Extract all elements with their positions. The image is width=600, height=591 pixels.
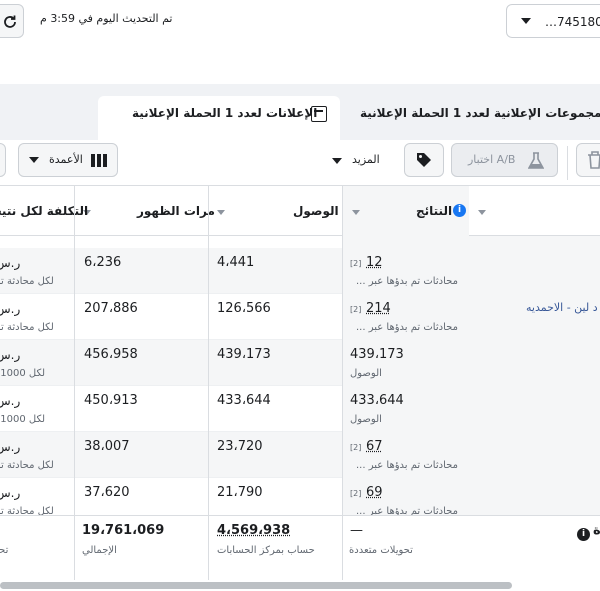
- sort-caret-icon[interactable]: [352, 210, 360, 215]
- impressions-value: 37،620: [84, 485, 130, 500]
- columns-button[interactable]: الأعمدة: [18, 143, 118, 177]
- chevron-down-icon: [521, 18, 531, 24]
- reach-value: 21،790: [217, 485, 263, 500]
- cost-type: لكل محادثة تم بدؤها: [0, 460, 54, 471]
- results-value[interactable]: 67: [366, 439, 383, 454]
- column-divider: [74, 186, 75, 580]
- column-divider: [342, 186, 343, 580]
- trash-icon: [588, 151, 600, 169]
- tab-ad-sets[interactable]: المجموعات الإعلانية لعدد 1 الحملة الإعلا…: [348, 96, 600, 140]
- tab-ads[interactable]: الإعلانات لعدد 1 الحملة الإعلانية: [98, 96, 340, 140]
- columns-icon: [91, 154, 107, 167]
- attribution-badge: [2]: [350, 259, 362, 268]
- reach-value: 126،566: [217, 301, 271, 316]
- breakdown-button[interactable]: [0, 143, 6, 177]
- cost-value: ر.س: [0, 348, 21, 362]
- results-value: 433،644: [350, 393, 404, 408]
- impressions-value: 450،913: [84, 393, 138, 408]
- results-type: الوصول: [350, 414, 382, 425]
- results-value[interactable]: 12: [366, 255, 383, 270]
- cost-value: ر.س: [0, 440, 21, 454]
- column-divider: [208, 186, 209, 580]
- flask-icon: [528, 152, 544, 169]
- tab-ads-label: الإعلانات لعدد 1 الحملة الإعلانية: [132, 106, 318, 120]
- more-label: المزيد: [352, 153, 380, 166]
- cost-value: ر.س: [0, 394, 21, 408]
- ad-account-name: …745180: [545, 15, 600, 29]
- reach-value: 23،720: [217, 439, 263, 454]
- results-value: 439،173: [350, 347, 404, 362]
- totals-name-label: ة: [593, 523, 600, 538]
- more-dropdown[interactable]: المزيد: [330, 152, 390, 174]
- reach-value: 433،644: [217, 393, 271, 408]
- total-cost-label: تحو: [0, 545, 9, 556]
- impressions-value: 456،958: [84, 347, 138, 362]
- impressions-value: 38،007: [84, 439, 130, 454]
- total-impressions-value: 19،761،069: [82, 523, 165, 538]
- total-results-value: —: [350, 523, 363, 538]
- toolbar-divider: [567, 146, 568, 180]
- total-results-label: تحويلات متعددة: [349, 545, 413, 556]
- results-type: الوصول: [350, 368, 382, 379]
- results-type: محادثات تم بدؤها عبر ...: [356, 460, 458, 471]
- columns-label: الأعمدة: [49, 153, 83, 166]
- cost-type: لكل محادثة تم بدؤها: [0, 322, 54, 333]
- impressions-value: 207،886: [84, 301, 138, 316]
- ad-account-selector[interactable]: …745180: [506, 4, 600, 38]
- total-impressions-label: الإجمالي: [82, 545, 117, 556]
- ab-test-label: اختبار A/B: [468, 153, 516, 166]
- attribution-badge: [2]: [350, 305, 362, 314]
- ad-name-link[interactable]: د لين - الاحمديه: [526, 301, 598, 314]
- sort-caret-icon[interactable]: [478, 210, 486, 215]
- total-reach-label: حساب بمركز الحسابات: [217, 545, 315, 556]
- results-value[interactable]: 214: [366, 301, 391, 316]
- tag-button[interactable]: [404, 143, 444, 177]
- cost-type: لكل 1000 شخص: [0, 414, 46, 425]
- cost-value: ر.س: [0, 302, 21, 316]
- total-reach-value[interactable]: 4،569،938: [217, 523, 290, 538]
- attribution-badge: [2]: [350, 443, 362, 452]
- info-icon[interactable]: i: [453, 204, 466, 217]
- sort-caret-icon[interactable]: [217, 210, 225, 215]
- refresh-button[interactable]: [0, 4, 24, 38]
- cost-value: ر.س: [0, 256, 21, 270]
- attribution-badge: [2]: [350, 489, 362, 498]
- cost-type: لكل 1000 شخص: [0, 368, 46, 379]
- results-type: محادثات تم بدؤها عبر ...: [356, 322, 458, 333]
- impressions-value: 6،236: [84, 255, 122, 270]
- ad-icon: [311, 106, 327, 122]
- cost-value: ر.س: [0, 486, 21, 500]
- tag-icon: [417, 153, 431, 167]
- results-type: محادثات تم بدؤها عبر ...: [356, 276, 458, 287]
- delete-button[interactable]: [576, 143, 600, 177]
- column-header-results[interactable]: النتائج: [416, 204, 452, 218]
- cost-type: لكل محادثة تم بدؤها: [0, 276, 54, 287]
- reach-value: 439،173: [217, 347, 271, 362]
- tab-ad-sets-label: المجموعات الإعلانية لعدد 1 الحملة الإعلا…: [360, 106, 600, 120]
- results-value[interactable]: 69: [366, 485, 383, 500]
- last-updated-text: تم التحديث اليوم في 3:59 م: [40, 12, 173, 25]
- column-header-reach[interactable]: الوصول: [293, 204, 339, 218]
- reach-value: 4،441: [217, 255, 255, 270]
- chevron-down-icon: [29, 157, 39, 163]
- column-header-impressions[interactable]: مرات الظهور: [137, 204, 215, 218]
- ab-test-button[interactable]: اختبار A/B: [451, 143, 558, 177]
- refresh-icon: [4, 15, 16, 28]
- scrollbar-thumb[interactable]: [0, 582, 512, 589]
- top-bar: تم التحديث اليوم في 3:59 م …745180: [0, 0, 600, 42]
- info-icon[interactable]: i: [577, 528, 590, 541]
- chevron-down-icon: [332, 158, 342, 164]
